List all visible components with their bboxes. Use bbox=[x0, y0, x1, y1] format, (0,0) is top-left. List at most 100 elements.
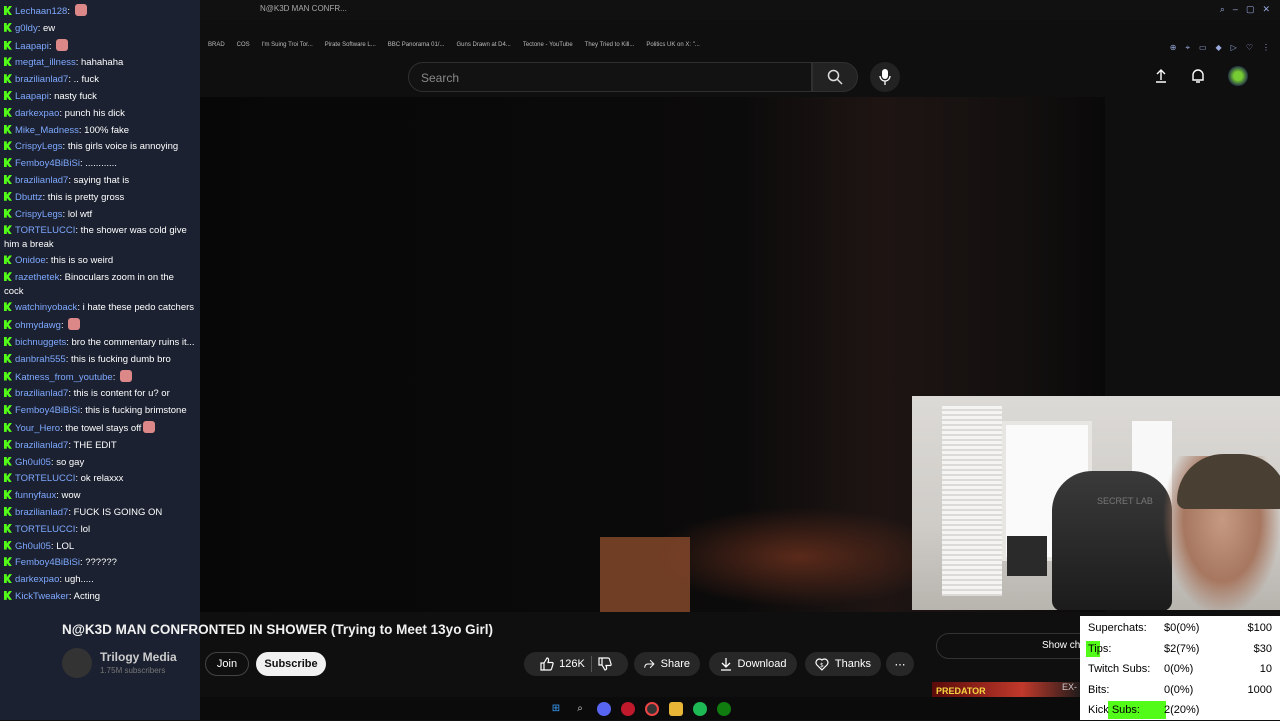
chat-username[interactable]: Femboy4BiBiSi bbox=[15, 405, 80, 416]
subscriber-count: 1.75M subscribers bbox=[100, 666, 166, 675]
subscribe-button[interactable]: Subscribe bbox=[256, 652, 326, 676]
more-actions-button[interactable]: ⋯ bbox=[886, 652, 914, 676]
chat-username[interactable]: brazilianlad7 bbox=[15, 388, 68, 399]
upload-icon[interactable] bbox=[1154, 69, 1168, 83]
right-sidebar bbox=[1105, 97, 1280, 397]
minimize-icon[interactable]: – bbox=[1233, 4, 1238, 15]
file-explorer-icon[interactable] bbox=[669, 701, 683, 716]
browser-tab-title[interactable]: N@K3D MAN CONFR... bbox=[260, 4, 347, 13]
chat-username[interactable]: bichnuggets bbox=[15, 337, 66, 348]
chat-message: brazilianlad7: .. fuck bbox=[4, 73, 196, 86]
close-icon[interactable]: ✕ bbox=[1262, 4, 1270, 15]
download-button[interactable]: Download bbox=[709, 652, 797, 676]
chat-message: CrispyLegs: this girls voice is annoying bbox=[4, 140, 196, 153]
bookmark-item[interactable]: Politics UK on X: "... bbox=[646, 42, 699, 48]
emote-icon bbox=[68, 318, 81, 331]
channel-name[interactable]: Trilogy Media bbox=[100, 650, 177, 664]
bookmark-item[interactable]: Pirate Software L... bbox=[325, 42, 376, 48]
search-icon[interactable]: ⌕ bbox=[573, 702, 587, 716]
more-icon: ⋯ bbox=[894, 658, 906, 671]
chat-username[interactable]: Onidoe bbox=[15, 255, 46, 266]
thumbs-down-icon[interactable] bbox=[598, 657, 612, 671]
chat-message: CrispyLegs: lol wtf bbox=[4, 208, 196, 221]
chat-username[interactable]: brazilianlad7 bbox=[15, 507, 68, 518]
chat-username[interactable]: Gh0ul05 bbox=[15, 541, 51, 552]
maximize-icon[interactable]: ▢ bbox=[1246, 4, 1255, 15]
bookmark-item[interactable]: BRAD bbox=[208, 42, 225, 48]
chat-username[interactable]: Laapapi bbox=[15, 41, 49, 52]
chat-username[interactable]: CrispyLegs bbox=[15, 209, 63, 220]
search-input[interactable]: Search bbox=[408, 62, 812, 92]
chat-username[interactable]: Mike_Madness bbox=[15, 125, 79, 136]
stats-label: Bits: bbox=[1088, 683, 1110, 696]
chat-username[interactable]: watchinyoback bbox=[15, 302, 77, 313]
channel-avatar[interactable] bbox=[62, 648, 92, 678]
recommended-title[interactable]: EX- bbox=[1062, 682, 1077, 692]
thanks-label: Thanks bbox=[834, 658, 871, 670]
chat-username[interactable]: Gh0ul05 bbox=[15, 457, 51, 468]
spotify-icon[interactable] bbox=[693, 701, 707, 716]
chat-username[interactable]: KickTweaker bbox=[15, 591, 69, 602]
chat-username[interactable]: TORTELUCCI bbox=[15, 225, 75, 236]
search-icon[interactable]: ⌕ bbox=[1220, 4, 1225, 15]
bookmark-item[interactable]: COS bbox=[237, 42, 250, 48]
windows-start-icon[interactable]: ⊞ bbox=[549, 702, 563, 716]
chat-username[interactable]: brazilianlad7 bbox=[15, 74, 68, 85]
chat-text: this is content for u? or bbox=[73, 388, 170, 400]
opera-icon[interactable] bbox=[621, 701, 635, 716]
chat-username[interactable]: brazilianlad7 bbox=[15, 175, 68, 186]
bookmark-item[interactable]: BBC Panorama 01/... bbox=[388, 42, 445, 48]
avatar[interactable] bbox=[1228, 66, 1248, 86]
chat-username[interactable]: TORTELUCCI bbox=[15, 473, 75, 484]
bookmark-item[interactable]: Tectone - YouTube bbox=[523, 42, 573, 48]
stats-row: Twitch Subs: 0(0%) 10 bbox=[1084, 659, 1276, 680]
chat-username[interactable]: CrispyLegs bbox=[15, 141, 63, 152]
chat-username[interactable]: Katness_from_youtube bbox=[15, 372, 113, 383]
like-button[interactable]: 126K bbox=[540, 657, 585, 671]
share-icon bbox=[644, 659, 655, 669]
show-chat-button[interactable]: Show ch bbox=[936, 633, 1096, 659]
chat-username[interactable]: Dbuttz bbox=[15, 192, 42, 203]
chat-message: Laapapi: nasty fuck bbox=[4, 90, 196, 103]
chat-username[interactable]: Laapapi bbox=[15, 91, 49, 102]
chat-username[interactable]: g0ldy bbox=[15, 23, 38, 34]
chat-username[interactable]: funnyfaux bbox=[15, 490, 56, 501]
bookmark-item[interactable]: Guns Drawn at D4... bbox=[456, 42, 510, 48]
stats-label: Superchats: bbox=[1088, 622, 1147, 634]
chat-username[interactable]: megtat_illness bbox=[15, 57, 76, 68]
chat-text: this is pretty gross bbox=[47, 191, 125, 203]
kick-badge-icon bbox=[4, 353, 12, 363]
monitor bbox=[1007, 536, 1047, 576]
search-button[interactable] bbox=[812, 62, 858, 92]
chat-username[interactable]: darkexpao bbox=[15, 108, 59, 119]
chat-username[interactable]: brazilianlad7 bbox=[15, 440, 68, 451]
like-dislike-group: 126K bbox=[524, 652, 628, 676]
stats-row: Tips: $2(7%) $30 bbox=[1084, 639, 1276, 660]
thanks-button[interactable]: $ Thanks bbox=[805, 652, 881, 676]
chat-username[interactable]: TORTELUCCI bbox=[15, 524, 75, 535]
share-button[interactable]: Share bbox=[634, 652, 700, 676]
xbox-icon[interactable] bbox=[717, 701, 731, 716]
chat-username[interactable]: razethetek bbox=[15, 272, 59, 283]
chat-username[interactable]: Femboy4BiBiSi bbox=[15, 158, 80, 169]
search-icon bbox=[827, 69, 843, 85]
kick-badge-icon bbox=[4, 540, 12, 550]
chrome-icon[interactable] bbox=[645, 701, 659, 716]
notifications-bell-icon[interactable] bbox=[1190, 68, 1206, 84]
emote-icon bbox=[74, 4, 87, 16]
chat-username[interactable]: Lechaan128 bbox=[15, 6, 67, 17]
bookmark-item[interactable]: I'm Suing Troi Tor... bbox=[262, 42, 313, 48]
chat-username[interactable]: ohmydawg bbox=[15, 320, 61, 331]
chat-text: this is fucking brimstone bbox=[85, 405, 187, 417]
chat-username[interactable]: danbrah555 bbox=[15, 354, 66, 365]
chat-username[interactable]: Your_Hero bbox=[15, 423, 60, 434]
discord-icon[interactable] bbox=[597, 701, 611, 716]
voice-search-button[interactable] bbox=[870, 62, 900, 92]
address-bar-row: ⊕ ⌖ ▭ ◆ ▷ ♡ ⋮ bbox=[200, 20, 1280, 52]
chat-username[interactable]: darkexpao bbox=[15, 574, 59, 585]
chat-username[interactable]: Femboy4BiBiSi bbox=[15, 557, 80, 568]
join-button[interactable]: Join bbox=[205, 652, 249, 676]
kick-badge-icon bbox=[4, 158, 12, 168]
bookmark-item[interactable]: They Tried to Kill... bbox=[585, 42, 635, 48]
kick-badge-icon bbox=[4, 302, 12, 312]
